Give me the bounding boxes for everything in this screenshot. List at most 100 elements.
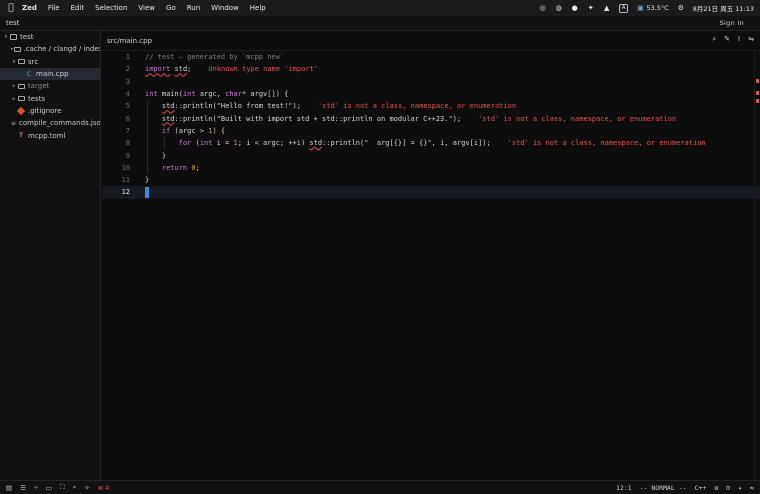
menu-app-name[interactable]: Zed [22, 4, 37, 12]
code-token: import [145, 65, 171, 74]
json-file-icon: ≡ [11, 119, 17, 127]
terminal-icon[interactable]: ▭ [46, 484, 52, 492]
menu-selection[interactable]: Selection [95, 4, 127, 12]
git-branch-icon[interactable]: ⑂ [34, 484, 38, 492]
code-token: // test — generated by `mcpp new` [145, 53, 285, 62]
code-line[interactable]: 6 std::println("Built with import std + … [102, 112, 760, 124]
code-line[interactable]: 4 int main(int argc, char* argv[]) { [102, 88, 760, 100]
sidebar-item-src[interactable]: ▾ src [0, 56, 100, 68]
sidebar-item-cache-clangd-index[interactable]: ▸ .cache / clangd / index [0, 43, 100, 55]
code-line[interactable]: 9 } [102, 149, 760, 161]
sidebar-item-label: compile_commands.json [19, 119, 101, 128]
toml-file-icon: T [18, 132, 24, 140]
git-icon [16, 106, 26, 116]
diagnostic-marker [756, 99, 759, 103]
sidebar-item-mcpp-toml[interactable]: Tmcpp.toml [0, 129, 100, 141]
input-method-badge[interactable]: A [618, 3, 629, 13]
sidebar-item-target[interactable]: ▸ target [0, 80, 100, 92]
cursor-position[interactable]: 12:1 [616, 484, 632, 492]
apple-icon[interactable]:  [0, 3, 22, 13]
line-number: 9 [125, 151, 130, 160]
code-line[interactable]: 10 return 0; [102, 162, 760, 174]
ai-icon[interactable]: ✧ [84, 484, 89, 492]
thermometer-icon: ▣ [637, 4, 644, 12]
search-icon[interactable]: ⌕ [712, 35, 716, 44]
menu-edit[interactable]: Edit [71, 4, 85, 12]
indent-guide [147, 100, 148, 174]
menu-go[interactable]: Go [166, 4, 176, 12]
code-line[interactable]: 2 import std; Unknown type name 'import' [102, 63, 760, 75]
cursor-icon[interactable]: I [738, 35, 740, 44]
project-search-icon[interactable]: ⌕ [73, 483, 77, 492]
language-selector[interactable]: C++ [695, 484, 707, 492]
menu-view[interactable]: View [138, 4, 155, 12]
code-line[interactable]: 7 if (argc > 1) { [102, 125, 760, 137]
diagnostics-button[interactable]: ⊗ 4 [98, 484, 110, 492]
code-token: ::println(" arg[{}] = {}", i, argv[i]); [322, 139, 491, 148]
code-text: import std; [145, 65, 191, 73]
code-token: std [161, 102, 175, 111]
menu-file[interactable]: File [48, 4, 60, 12]
code-text: } [145, 152, 166, 160]
collab-icon[interactable]: ⛶ [60, 483, 65, 492]
breadcrumb-path[interactable]: src/main.cpp [107, 37, 152, 45]
code-token: int [199, 139, 213, 148]
notifications-icon[interactable]: ⇋ [750, 484, 754, 492]
inline-diagnostic[interactable]: 'std' is not a class, namespace, or enum… [478, 115, 676, 123]
sidebar-item-gitignore[interactable]: .gitignore [0, 105, 100, 117]
line-number: 12 [121, 188, 130, 197]
control-center-icon[interactable]: ⚙ [677, 4, 685, 12]
sidebar-item-main-cpp[interactable]: Cmain.cpp [0, 67, 100, 81]
folder-icon [17, 95, 25, 103]
code-line[interactable]: 3 [102, 76, 760, 88]
sidebar-item-label: mcpp.toml [28, 131, 66, 140]
code-line[interactable]: 12 [102, 186, 760, 199]
inline-diagnostic[interactable]: 'std' is not a class, namespace, or enum… [508, 139, 706, 147]
sidebar-item-tests[interactable]: ▸ tests [0, 92, 100, 104]
vpn-icon[interactable]: ◍ [555, 4, 563, 12]
temperature-value: 53.5°C [646, 4, 669, 12]
inline-assist-icon[interactable]: ✎ [724, 35, 730, 44]
sidebar-toggle-icon[interactable]: ▤ [6, 484, 12, 492]
text-cursor [145, 187, 149, 198]
temperature-widget[interactable]: ▣ 53.5°C [636, 4, 669, 12]
code-line[interactable]: 11} [102, 174, 760, 186]
code-line[interactable]: 1 // test — generated by `mcpp new` [102, 51, 760, 63]
editor-scrollbar[interactable] [754, 51, 760, 480]
menu-help[interactable]: Help [250, 4, 266, 12]
code-area[interactable]: 1 // test — generated by `mcpp new` 2 impor… [102, 51, 760, 199]
inline-diagnostic[interactable]: Unknown type name 'import' [208, 65, 318, 73]
code-line[interactable]: 5 std::println("Hello from test!"); 'std'… [102, 100, 760, 112]
line-number: 2 [125, 65, 130, 74]
folder-icon [17, 82, 25, 90]
sidebar-item-label: src [28, 57, 39, 66]
project-panel: ▾ test ▸ .cache / clangd / index ▾ src Cmain.c… [0, 31, 101, 480]
settings-icon[interactable]: ⚙ [714, 484, 718, 492]
editor-controls-icon[interactable]: ⇋ [748, 35, 754, 44]
airdrop-icon[interactable]: ◎ [539, 4, 547, 12]
code-token: * argv[]) { [241, 90, 289, 99]
line-number: 8 [125, 139, 130, 148]
code-token: std [161, 114, 175, 123]
code-token: } [145, 176, 150, 185]
menu-window[interactable]: Window [211, 4, 239, 12]
project-name[interactable]: test [6, 19, 19, 27]
sidebar-item-compile-commands-json[interactable]: ≡ compile_commands.json [0, 117, 100, 129]
inline-diagnostic[interactable]: 'std' is not a class, namespace, or enum… [318, 102, 516, 110]
menubar-clock[interactable]: 8月21日 周五 11:13 [693, 3, 754, 13]
feedback-icon[interactable]: ⊡ [726, 484, 730, 492]
menu-run[interactable]: Run [187, 4, 200, 12]
bell-icon[interactable]: ▲ [603, 4, 611, 12]
code-token: std [174, 65, 188, 74]
code-token: int [145, 90, 158, 99]
line-number: 10 [121, 163, 130, 172]
media-icon[interactable]: ● [571, 4, 579, 12]
sparkle-icon[interactable]: ✦ [587, 4, 595, 12]
sign-in-button[interactable]: Sign In [720, 19, 744, 27]
assistant-icon[interactable]: ✦ [738, 484, 742, 492]
outline-icon[interactable]: ☰ [20, 484, 26, 492]
line-number: 7 [125, 126, 130, 135]
code-line[interactable]: 8 for (int i = 1; i < argc; ++i) std::pr… [102, 137, 760, 149]
sidebar-item-test[interactable]: ▾ test [0, 31, 100, 43]
